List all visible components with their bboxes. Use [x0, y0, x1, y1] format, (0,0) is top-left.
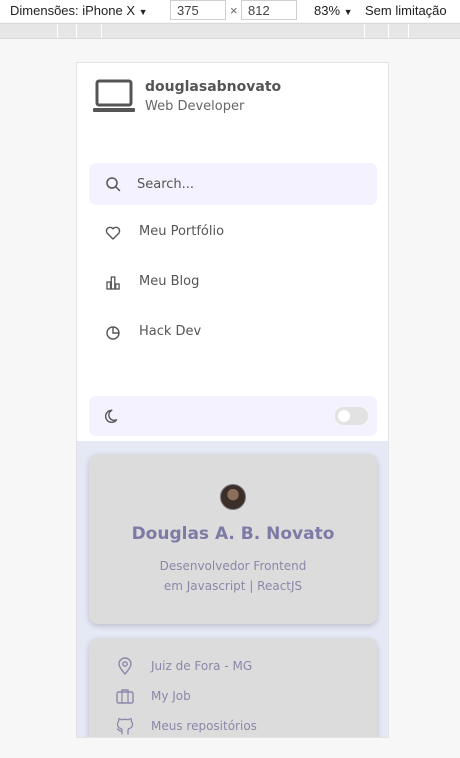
device-label: Dimensões: iPhone X	[10, 3, 136, 18]
media-query-ruler[interactable]	[0, 23, 460, 39]
devtools-toolbar: Dimensões: iPhone X ▼ 375 × 812 83% ▼ Se…	[0, 0, 460, 22]
info-card: Juiz de Fora - MG My Job Meus repositóri…	[89, 638, 377, 737]
main-content: Douglas A. B. Novato Desenvolvedor Front…	[77, 441, 388, 737]
pie-chart-icon	[106, 326, 120, 340]
zoom-label: 83%	[314, 3, 341, 18]
heart-icon	[105, 226, 121, 240]
throttle-select[interactable]: Sem limitação	[365, 3, 447, 18]
width-input[interactable]: 375	[170, 0, 226, 20]
dark-mode-toggle[interactable]	[335, 407, 368, 425]
profile-card: Douglas A. B. Novato Desenvolvedor Front…	[89, 454, 377, 624]
nav-item-portfolio[interactable]: Meu Portfólio	[89, 213, 377, 253]
username: douglasabnovato	[145, 79, 282, 95]
map-pin-icon	[118, 657, 132, 676]
avatar	[220, 484, 246, 510]
info-label: Meus repositórios	[151, 719, 257, 733]
times-sign: ×	[230, 3, 238, 18]
search-icon	[106, 177, 121, 192]
role: Web Developer	[145, 99, 245, 114]
moon-icon	[105, 409, 118, 423]
device-select[interactable]: Dimensões: iPhone X ▼	[10, 3, 148, 18]
throttle-label: Sem limitação	[365, 3, 447, 18]
nav-label: Meu Portfólio	[139, 224, 225, 239]
description-line: em Javascript | ReactJS	[163, 579, 303, 593]
device-viewport: douglasabnovato Web Developer Meu Portfó…	[76, 62, 389, 738]
height-input[interactable]: 812	[241, 0, 297, 20]
zoom-select[interactable]: 83% ▼	[314, 3, 353, 18]
github-icon	[116, 717, 134, 735]
bar-chart-icon	[106, 276, 120, 290]
chevron-down-icon: ▼	[138, 7, 148, 17]
nav-label: Hack Dev	[139, 324, 202, 339]
profile-name: Douglas A. B. Novato	[131, 524, 335, 544]
search-input[interactable]	[137, 173, 357, 195]
briefcase-icon	[116, 689, 134, 704]
description-line: Desenvolvedor Frontend	[159, 559, 307, 573]
theme-toggle-bar	[89, 396, 377, 436]
nav-item-blog[interactable]: Meu Blog	[89, 263, 377, 303]
info-label: My Job	[151, 689, 191, 703]
nav-label: Meu Blog	[139, 274, 200, 289]
profile-description: Desenvolvedor Frontend em Javascript | R…	[89, 556, 377, 596]
toggle-knob	[338, 410, 350, 422]
chevron-down-icon: ▼	[343, 7, 353, 17]
laptop-icon	[93, 79, 135, 112]
search-bar	[89, 163, 377, 205]
nav-item-hackdev[interactable]: Hack Dev	[89, 313, 377, 353]
info-label: Juiz de Fora - MG	[151, 659, 253, 673]
